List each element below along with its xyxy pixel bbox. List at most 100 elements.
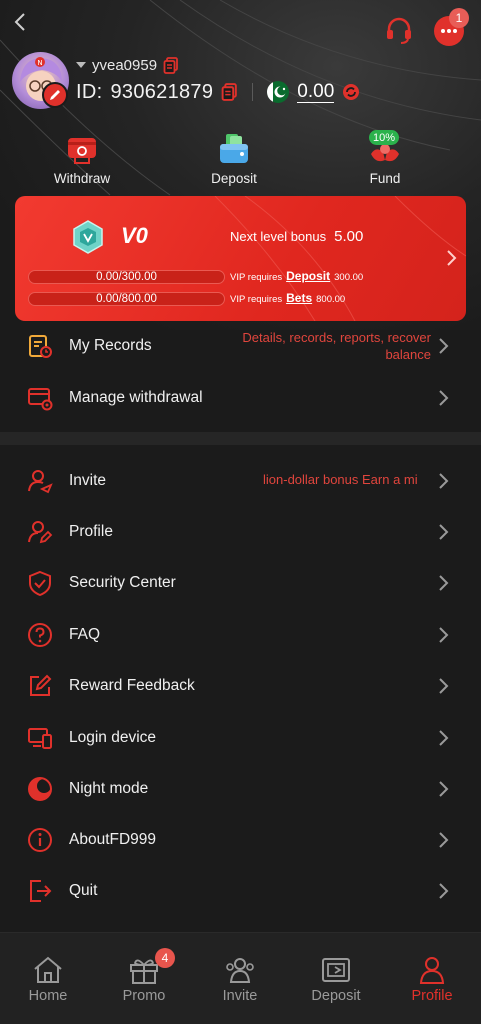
my-records-label: My Records [69, 337, 152, 354]
tab-promo[interactable]: Promo [96, 955, 192, 1011]
tab-profile[interactable]: Profile [384, 955, 480, 1011]
chevron-right-icon [439, 575, 449, 591]
tab-invite[interactable]: Invite [192, 955, 288, 1011]
promo-badge: 4 [155, 948, 175, 968]
deposit-wallet-icon [217, 132, 251, 166]
manage-withdrawal-label: Manage withdrawal [69, 389, 203, 406]
withdraw-button[interactable]: Withdraw [27, 132, 137, 190]
bets-req-amount: 800.00 [316, 294, 346, 305]
records-icon [29, 335, 52, 358]
bets-requirement: VIP requires Bets 800.00 [230, 291, 345, 305]
devices-icon [28, 728, 52, 749]
profile-label: Profile [69, 523, 113, 540]
menu-item-reward-feedback[interactable]: Reward Feedback [0, 662, 481, 710]
copy-username-icon[interactable] [163, 56, 179, 74]
withdraw-label: Withdraw [53, 171, 111, 186]
copy-id-icon[interactable] [221, 83, 238, 101]
deposit-requirement: VIP requires Deposit 300.00 [230, 269, 363, 283]
tab-deposit[interactable]: Deposit [288, 955, 384, 1011]
invite-user-icon [28, 470, 53, 494]
fund-label: Fund [369, 171, 401, 186]
logout-icon [30, 880, 52, 902]
user-id-value: 930621879 [110, 80, 214, 103]
profile-edit-icon [28, 521, 53, 544]
menu-item-quit[interactable]: Quit [0, 867, 481, 915]
message-dots-icon [441, 29, 457, 33]
next-level-bonus-value: 5.00 [334, 228, 364, 245]
svg-text:N: N [37, 59, 42, 67]
tab-promo-label: Promo [122, 988, 166, 1004]
bets-req-link[interactable]: Bets [286, 291, 312, 305]
message-badge: 1 [449, 8, 469, 28]
tab-invite-label: Invite [222, 988, 258, 1004]
caret-down-icon [76, 62, 86, 68]
shield-check-icon [29, 570, 51, 596]
deposit-button[interactable]: Deposit [179, 132, 289, 190]
fund-button[interactable]: 10% Fund [330, 130, 440, 190]
my-records-hint: Details, records, reports, recover balan… [242, 330, 431, 362]
menu-item-night-mode[interactable]: Night mode [0, 765, 481, 813]
invite-promo-marquee: lion-dollar bonus Earn a mi [263, 472, 418, 487]
pencil-icon [50, 90, 60, 100]
chevron-right-icon [439, 730, 449, 746]
fund-icon: 10% [368, 130, 402, 166]
info-circle-icon [28, 828, 52, 852]
fund-percent-badge: 10% [369, 130, 399, 145]
quit-label: Quit [69, 882, 98, 899]
chevron-right-icon [439, 473, 449, 489]
login-device-label: Login device [69, 729, 157, 746]
chevron-right-icon [439, 678, 449, 694]
menu-item-invite[interactable]: Invite lion-dollar bonus Earn a mi [0, 457, 481, 505]
manage-withdrawal-icon [28, 388, 53, 411]
chevron-right-icon [439, 627, 449, 643]
feedback-edit-icon [30, 674, 52, 696]
deposit-label: Deposit [211, 171, 257, 186]
vip-card[interactable]: V0 Next level bonus 5.00 0.00/300.00 VIP … [15, 196, 466, 321]
menu-item-about[interactable]: AboutFD999 [0, 816, 481, 864]
manage-withdrawal-row[interactable]: Manage withdrawal [0, 374, 481, 422]
night-mode-label: Night mode [69, 780, 149, 797]
deposit-req-amount: 300.00 [334, 272, 364, 283]
tab-deposit-label: Deposit [311, 988, 361, 1004]
customer-support-button[interactable] [383, 14, 415, 46]
vip-gem-icon [73, 220, 103, 254]
refresh-icon[interactable] [342, 83, 360, 101]
menu-item-faq[interactable]: FAQ [0, 611, 481, 659]
tab-profile-label: Profile [411, 988, 453, 1004]
chevron-right-icon [439, 524, 449, 540]
chevron-right-icon [447, 250, 457, 266]
back-button[interactable] [8, 8, 32, 36]
deposit-progress-bar: 0.00/300.00 [28, 270, 225, 284]
invite-label: Invite [69, 472, 107, 489]
headset-icon [387, 17, 411, 44]
deposit-req-link[interactable]: Deposit [286, 269, 330, 283]
quick-actions: Withdraw Deposit 10% Fund [0, 130, 481, 192]
night-mode-icon [28, 777, 52, 801]
profile-user-icon [419, 957, 445, 984]
faq-label: FAQ [69, 626, 101, 643]
home-icon [34, 956, 62, 983]
edit-avatar-button[interactable] [42, 82, 68, 108]
my-records-row[interactable]: My Records Details, records, reports, re… [0, 322, 481, 370]
chevron-right-icon [439, 390, 449, 406]
deposit-icon [322, 958, 350, 982]
chevron-right-icon [439, 781, 449, 797]
bets-req-prefix: VIP requires [230, 294, 283, 305]
user-id-label: ID: [76, 80, 103, 103]
chevron-right-icon [439, 832, 449, 848]
invite-people-icon [226, 958, 254, 983]
pakistan-flag-icon [267, 81, 290, 103]
menu-item-security-center[interactable]: Security Center [0, 559, 481, 607]
tab-home[interactable]: Home [0, 955, 96, 1011]
withdraw-icon [65, 132, 99, 166]
question-circle-icon [28, 623, 52, 647]
vip-level: V0 [121, 223, 148, 248]
divider [252, 83, 254, 101]
menu-item-login-device[interactable]: Login device [0, 714, 481, 762]
chevron-right-icon [439, 883, 449, 899]
section-divider [0, 432, 481, 445]
menu-item-profile[interactable]: Profile [0, 508, 481, 556]
username: yvea0959 [92, 56, 158, 74]
chevron-left-icon [14, 13, 25, 31]
tab-home-label: Home [28, 988, 68, 1004]
